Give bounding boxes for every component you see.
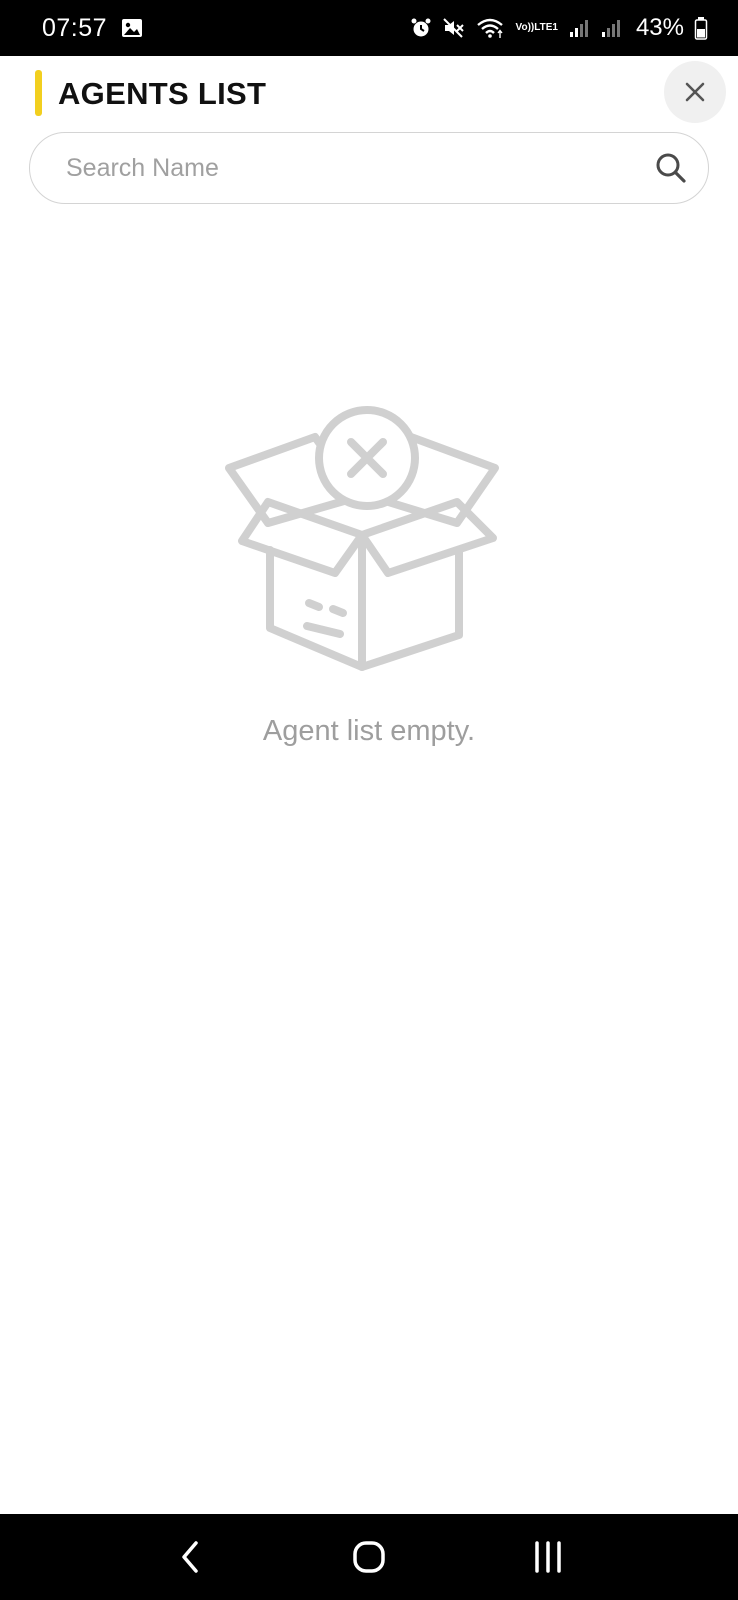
- status-time: 07:57: [42, 13, 108, 42]
- search-bar: [29, 132, 709, 204]
- gallery-icon: [121, 18, 143, 38]
- status-bar: 07:57 Vo)) LTE1 43%: [0, 0, 738, 56]
- wifi-icon: [476, 17, 506, 39]
- signal-icon-2: [600, 17, 622, 39]
- lte-label: LTE1: [534, 22, 558, 33]
- volte-indicator: Vo)) LTE1: [516, 23, 558, 33]
- home-icon: [351, 1539, 387, 1575]
- search-input[interactable]: [66, 153, 654, 183]
- navigation-bar: [0, 1514, 738, 1600]
- volte-label: Vo)): [515, 22, 535, 33]
- recents-button[interactable]: [508, 1527, 588, 1587]
- empty-message: Agent list empty.: [262, 715, 476, 747]
- back-button[interactable]: [150, 1527, 230, 1587]
- empty-box-icon: [225, 405, 515, 695]
- page-title: AGENTS LIST: [58, 76, 267, 111]
- signal-icon: [568, 17, 590, 39]
- home-button[interactable]: [329, 1527, 409, 1587]
- close-button[interactable]: [664, 61, 726, 123]
- battery-percent: 43%: [635, 14, 684, 41]
- close-icon: [683, 80, 707, 104]
- screen: 07:57 Vo)) LTE1 43% AGENTS LIST Search N…: [0, 0, 738, 1600]
- search-icon[interactable]: [654, 151, 688, 185]
- status-left: 07:57: [42, 14, 143, 43]
- status-right: Vo)) LTE1 43%: [410, 14, 708, 42]
- battery-icon: [694, 16, 708, 40]
- recents-icon: [530, 1539, 566, 1575]
- header: AGENTS LIST: [0, 56, 738, 132]
- alarm-icon: [410, 17, 432, 39]
- back-icon: [178, 1539, 202, 1575]
- mute-icon: [442, 17, 466, 39]
- title-accent-bar: [35, 70, 42, 116]
